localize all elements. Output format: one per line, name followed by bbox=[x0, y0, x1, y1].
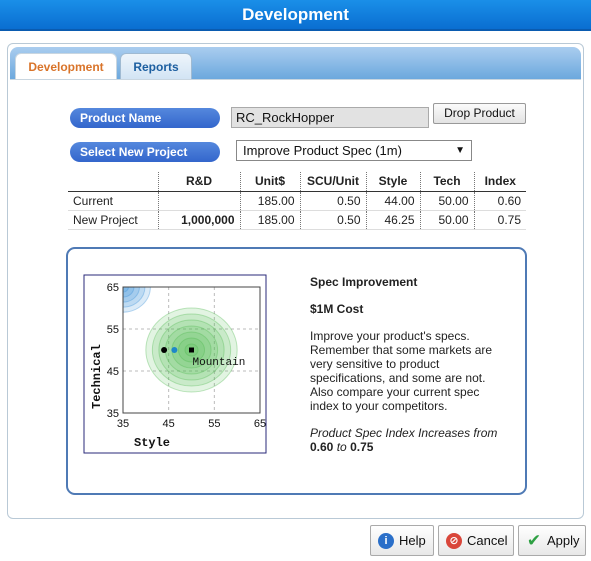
point-mountain-ideal bbox=[189, 347, 194, 353]
cell: 0.60 bbox=[473, 191, 526, 211]
table-header-row: R&D Unit$ SCU/Unit Style Tech Index bbox=[68, 172, 526, 192]
cell: 50.00 bbox=[419, 191, 474, 211]
info-cost: $1M Cost bbox=[310, 302, 364, 316]
cancel-label: Cancel bbox=[467, 533, 508, 548]
help-label: Help bbox=[399, 533, 426, 548]
info-to-word: to bbox=[336, 440, 347, 454]
y-tick-label: 35 bbox=[107, 408, 119, 420]
y-tick-label: 55 bbox=[107, 324, 119, 336]
table-row: Current 185.00 0.50 44.00 50.00 0.60 bbox=[68, 191, 526, 211]
col-header: R&D bbox=[157, 172, 240, 192]
info-from-value: 0.60 bbox=[310, 440, 334, 454]
x-tick-label: 55 bbox=[208, 418, 220, 430]
info-text: Spec Improvement $1M Cost Improve your p… bbox=[310, 275, 510, 454]
cell: 0.75 bbox=[473, 210, 526, 230]
drop-product-button[interactable]: Drop Product bbox=[433, 103, 526, 124]
col-header: Unit$ bbox=[239, 172, 300, 192]
col-header: Style bbox=[365, 172, 420, 192]
apply-label: Apply bbox=[547, 533, 580, 548]
cell: 50.00 bbox=[419, 210, 474, 230]
cancel-icon: ⊘ bbox=[446, 533, 462, 549]
cell: 185.00 bbox=[239, 191, 300, 211]
table-row: New Project 1,000,000 185.00 0.50 46.25 … bbox=[68, 210, 526, 230]
project-select-value: Improve Product Spec (1m) bbox=[243, 143, 402, 158]
apply-button[interactable]: ✔ Apply bbox=[518, 525, 586, 556]
cell: Current bbox=[68, 191, 158, 211]
info-description: Improve your product's specs. Remember t… bbox=[310, 329, 493, 413]
product-name-field[interactable]: RC_RockHopper bbox=[231, 107, 429, 128]
cell bbox=[157, 191, 240, 211]
y-axis-label: Technical bbox=[90, 344, 104, 409]
help-button[interactable]: i Help bbox=[370, 525, 434, 556]
col-header: Tech bbox=[419, 172, 474, 192]
col-header: SCU/Unit bbox=[299, 172, 366, 192]
perceptual-map-chart: 35 45 55 6535455565 Mountain Style Technica… bbox=[83, 274, 267, 454]
y-tick-label: 45 bbox=[107, 366, 119, 378]
col-header: Index bbox=[473, 172, 526, 192]
product-name-label: Product Name bbox=[70, 108, 220, 128]
cell: 44.00 bbox=[365, 191, 420, 211]
x-axis-label: Style bbox=[134, 436, 170, 450]
checkmark-icon: ✔ bbox=[526, 531, 542, 550]
spec-table: R&D Unit$ SCU/Unit Style Tech Index Curr… bbox=[68, 172, 526, 230]
point-new bbox=[171, 347, 178, 353]
cell: 0.50 bbox=[299, 210, 366, 230]
project-select[interactable]: Improve Product Spec (1m) ▼ bbox=[236, 140, 472, 161]
col-header bbox=[68, 172, 158, 192]
point-current bbox=[161, 347, 168, 353]
tab-bar: Development Reports bbox=[10, 47, 581, 83]
info-increase-prefix: Product Spec Index Increases from bbox=[310, 426, 498, 440]
cell: 185.00 bbox=[239, 210, 300, 230]
y-tick-label: 65 bbox=[107, 282, 119, 294]
info-increase: Product Spec Index Increases from 0.60 t… bbox=[310, 426, 510, 454]
cancel-button[interactable]: ⊘ Cancel bbox=[438, 525, 514, 556]
region-label: Mountain bbox=[193, 357, 246, 369]
select-project-label: Select New Project bbox=[70, 142, 220, 162]
info-title: Spec Improvement bbox=[310, 275, 418, 289]
x-tick-label: 45 bbox=[163, 418, 175, 430]
cell: 46.25 bbox=[365, 210, 420, 230]
tab-reports[interactable]: Reports bbox=[120, 53, 192, 82]
x-tick-label: 65 bbox=[254, 418, 266, 430]
project-info-box: 35 45 55 65 35 45 55 65 Mountain Style Technica… bbox=[66, 247, 527, 495]
cell: 0.50 bbox=[299, 191, 366, 211]
cell: 1,000,000 bbox=[157, 210, 240, 230]
chevron-down-icon: ▼ bbox=[455, 145, 465, 156]
info-to-value: 0.75 bbox=[350, 440, 374, 454]
info-icon: i bbox=[378, 533, 394, 549]
window-title: Development bbox=[0, 0, 591, 31]
cell: New Project bbox=[68, 210, 158, 230]
